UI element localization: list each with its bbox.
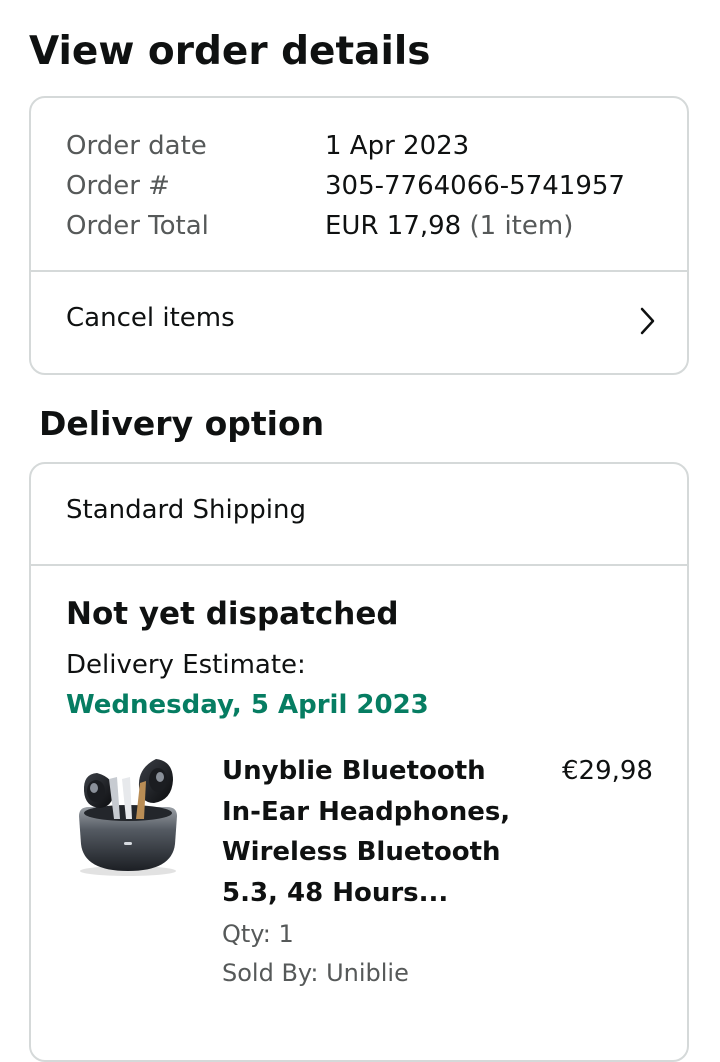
delivery-estimate-date: Wednesday, 5 April 2023 xyxy=(66,690,429,720)
delivery-estimate-label: Delivery Estimate: xyxy=(66,650,306,680)
delivery-card: Standard Shipping Not yet dispatched Del… xyxy=(29,462,689,1062)
shipping-method: Standard Shipping xyxy=(66,495,306,525)
product-quantity: Qty: 1 xyxy=(222,920,294,948)
order-summary-card: Order date 1 Apr 2023 Order # 305-776406… xyxy=(29,96,689,375)
order-date-label: Order date xyxy=(66,131,207,161)
order-total-value-group: EUR 17,98 (1 item) xyxy=(325,206,573,246)
order-total-value: EUR 17,98 xyxy=(325,211,462,241)
order-total-label: Order Total xyxy=(66,211,209,241)
delivery-status: Not yet dispatched xyxy=(66,596,399,632)
product-title-line: Wireless Bluetooth xyxy=(222,837,501,867)
product-price: €29,98 xyxy=(562,756,653,786)
order-number-value: 305-7764066-5741957 xyxy=(325,171,625,201)
product-title[interactable]: Unyblie Bluetooth In-Ear Headphones, Wir… xyxy=(222,751,512,913)
order-item-count: (1 item) xyxy=(469,211,574,241)
product-title-line: Unyblie Bluetooth xyxy=(222,756,486,786)
wireless-earbuds-image[interactable] xyxy=(72,749,184,879)
cancel-items-row[interactable]: Cancel items xyxy=(31,270,687,375)
product-title-line: In-Ear Headphones, xyxy=(222,796,511,827)
delivery-card-divider xyxy=(31,564,687,566)
order-date-value: 1 Apr 2023 xyxy=(325,131,470,161)
product-seller: Sold By: Uniblie xyxy=(222,959,409,987)
order-number-label: Order # xyxy=(66,171,170,201)
product-title-line: 5.3, 48 Hours... xyxy=(222,877,449,908)
page-title: View order details xyxy=(29,29,431,74)
cancel-items-label: Cancel items xyxy=(66,303,235,333)
delivery-section-title: Delivery option xyxy=(39,404,325,443)
chevron-right-icon xyxy=(640,307,655,335)
